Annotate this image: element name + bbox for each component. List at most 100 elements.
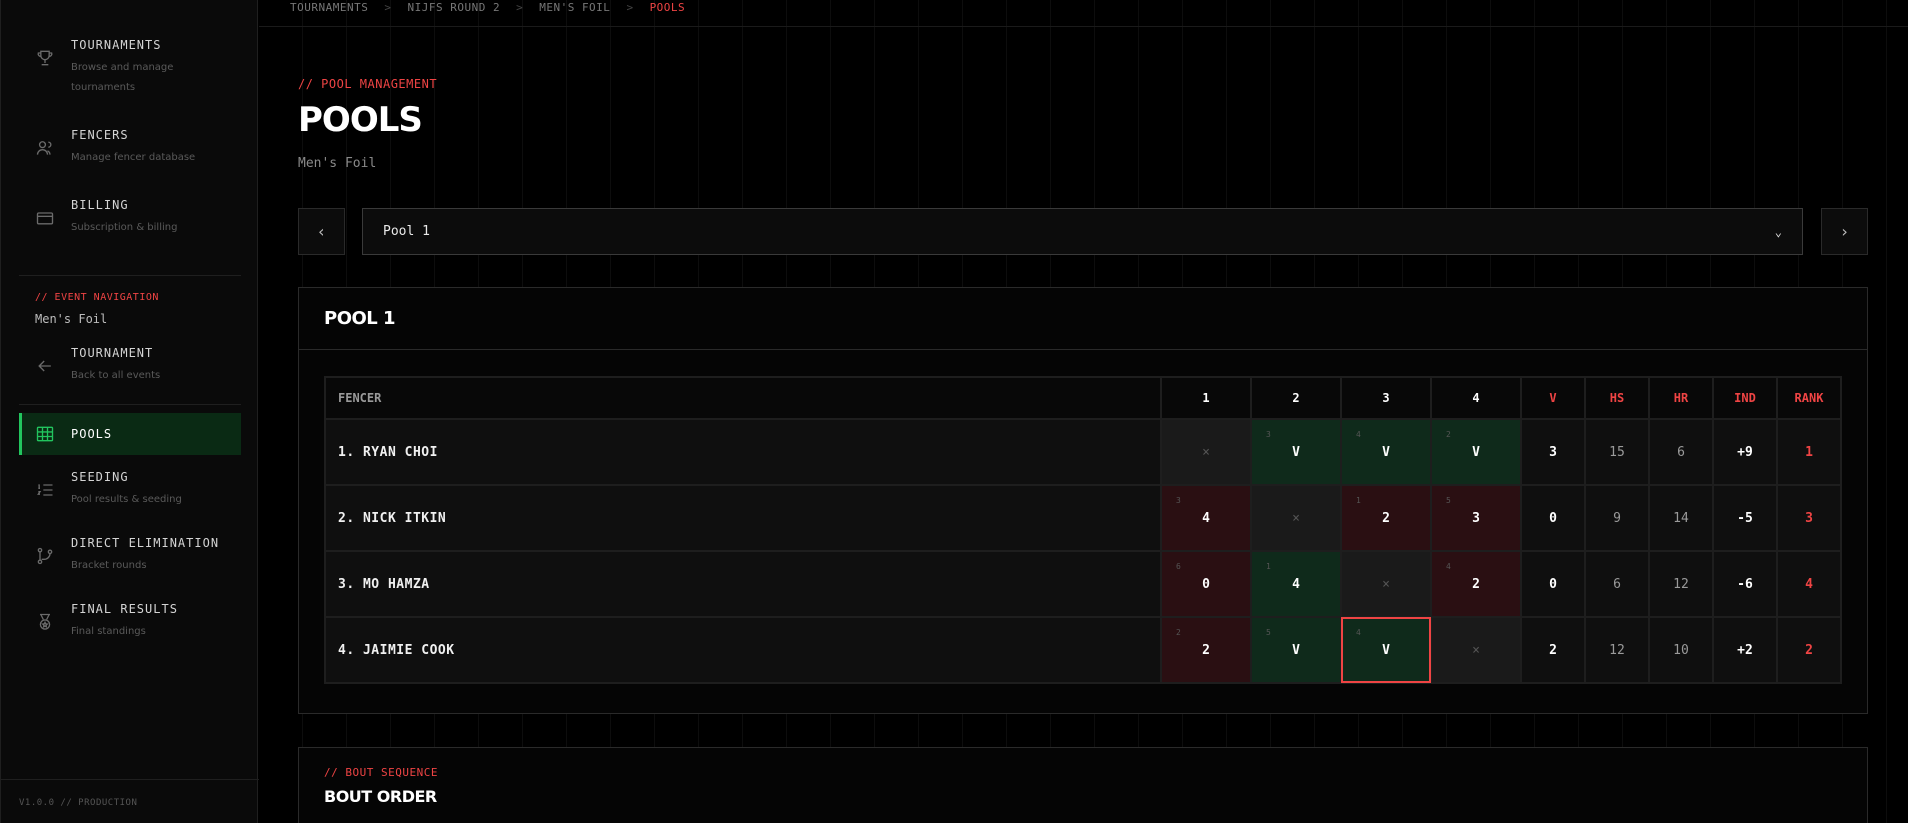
- bout-cell[interactable]: 34: [1160, 484, 1252, 552]
- sidebar-item-label: SEEDING: [71, 470, 129, 484]
- pool-table-body: 1. RYAN CHOI × 3 V 4 V 2 V 3 15 6 +9 1 2. NICK ITKIN 3…: [324, 418, 1842, 684]
- bout-cell-empty: ×: [1160, 418, 1252, 486]
- stat-hits-scored: 12: [1584, 616, 1650, 684]
- header-divider: [259, 26, 1908, 27]
- stat-victories: 3: [1520, 418, 1586, 486]
- table-row: 2. NICK ITKIN 3 4 × 1 2 5 3 0 9 14 -5 3: [324, 484, 1842, 552]
- pool-table-header: FENCER 1 2 3 4 V HS HR IND RANK: [324, 376, 1842, 420]
- pool-select[interactable]: Pool 1 ⌄: [362, 208, 1803, 255]
- bout-cell[interactable]: 12: [1340, 484, 1432, 552]
- sidebar-item-sub: Final standings: [71, 626, 146, 637]
- bout-cell[interactable]: 4V: [1340, 418, 1432, 486]
- sidebar-item-fencers[interactable]: FENCERS Manage fencer database: [19, 128, 241, 168]
- page-title: POOLS: [298, 100, 423, 140]
- col-bout: 1: [1160, 376, 1252, 420]
- bout-score: 0: [1202, 576, 1210, 592]
- bout-order-number: 3: [1266, 430, 1271, 439]
- stat-victories: 2: [1520, 616, 1586, 684]
- bout-order-number: 6: [1176, 562, 1181, 571]
- sidebar-item-billing[interactable]: BILLING Subscription & billing: [19, 198, 241, 238]
- pool-title: POOL 1: [299, 288, 1867, 350]
- app-root: TOURNAMENTS Browse and manage tournaments…: [0, 0, 1908, 823]
- version-label: V1.0.0 // PRODUCTION: [19, 798, 138, 808]
- sidebar-item-final-results[interactable]: FINAL RESULTS Final standings: [19, 602, 241, 642]
- medal-icon: [39, 613, 51, 630]
- bout-order-card: // BOUT SEQUENCE BOUT ORDER: [298, 747, 1868, 823]
- breadcrumb-tournaments[interactable]: TOURNAMENTS: [290, 1, 368, 14]
- stat-victories: 0: [1520, 550, 1586, 618]
- bout-order-number: 2: [1176, 628, 1181, 637]
- bout-order-number: 4: [1446, 562, 1451, 571]
- users-icon: [36, 141, 52, 155]
- bout-order-number: 3: [1176, 496, 1181, 505]
- trophy-icon: [37, 50, 53, 66]
- bout-cell[interactable]: 5V: [1250, 616, 1342, 684]
- sidebar-item-tournaments[interactable]: TOURNAMENTS Browse and manage tournaments: [19, 38, 241, 98]
- bout-cell[interactable]: 53: [1430, 484, 1522, 552]
- sidebar-divider: [19, 404, 241, 405]
- sidebar-item-label: BILLING: [71, 198, 129, 212]
- fencer-name: 4. JAIMIE COOK: [324, 616, 1162, 684]
- bout-cell[interactable]: 3V: [1250, 418, 1342, 486]
- stat-rank: 4: [1776, 550, 1842, 618]
- sidebar-item-label: POOLS: [71, 427, 113, 441]
- sidebar-item-label: FINAL RESULTS: [71, 602, 178, 616]
- bout-cell-empty: ×: [1250, 484, 1342, 552]
- bout-score: 2: [1202, 642, 1210, 658]
- col-victories: V: [1520, 376, 1586, 420]
- grid-icon: [36, 426, 54, 442]
- bout-order-number: 5: [1266, 628, 1271, 637]
- x-icon: ×: [1202, 444, 1210, 460]
- sidebar-item-sub: Browse and manage tournaments: [71, 62, 174, 93]
- sidebar-item-sub: Back to all events: [71, 370, 161, 381]
- chevron-right-icon: >: [626, 0, 634, 14]
- table-row: 4. JAIMIE COOK 2 2 5 V 4 V × 2 12 10 +2 2: [324, 616, 1842, 684]
- bout-order-number: 2: [1446, 430, 1451, 439]
- next-pool-button[interactable]: ›: [1821, 208, 1868, 255]
- col-fencer: FENCER: [324, 376, 1162, 420]
- sidebar-item-sub: Manage fencer database: [71, 152, 196, 163]
- sidebar-item-direct-elimination[interactable]: DIRECT ELIMINATION Bracket rounds: [19, 536, 241, 576]
- stat-rank: 2: [1776, 616, 1842, 684]
- breadcrumb-tournament[interactable]: NIJFS ROUND 2: [407, 1, 500, 14]
- bout-cell[interactable]: 2V: [1430, 418, 1522, 486]
- prev-pool-button[interactable]: ‹: [298, 208, 345, 255]
- sidebar-item-tournament-back[interactable]: TOURNAMENT Back to all events: [19, 346, 241, 386]
- bout-cell[interactable]: 60: [1160, 550, 1252, 618]
- sidebar-item-label: FENCERS: [71, 128, 129, 142]
- stat-indicator: -6: [1712, 550, 1778, 618]
- sidebar-item-sub: Bracket rounds: [71, 560, 147, 571]
- sidebar-item-label: TOURNAMENT: [71, 346, 154, 360]
- bout-order-number: 4: [1356, 628, 1361, 637]
- stat-rank: 1: [1776, 418, 1842, 486]
- stat-indicator: +2: [1712, 616, 1778, 684]
- stat-hits-scored: 6: [1584, 550, 1650, 618]
- breadcrumb-event[interactable]: MEN'S FOIL: [539, 1, 610, 14]
- bout-cell[interactable]: 4V: [1340, 616, 1432, 684]
- stat-victories: 0: [1520, 484, 1586, 552]
- bout-cell[interactable]: 22: [1160, 616, 1252, 684]
- bout-order-number: 1: [1356, 496, 1361, 505]
- stat-indicator: -5: [1712, 484, 1778, 552]
- section-tag: // POOL MANAGEMENT: [298, 77, 438, 91]
- bout-order-number: 5: [1446, 496, 1451, 505]
- bout-score: 4: [1292, 576, 1300, 592]
- list-ordered-icon: [37, 484, 53, 496]
- sidebar-divider: [1, 779, 259, 780]
- page-subtitle: Men's Foil: [298, 156, 377, 171]
- col-indicator: IND: [1712, 376, 1778, 420]
- pool-card: POOL 1 FENCER 1 2 3 4 V HS HR IND RANK 1…: [298, 287, 1868, 714]
- bout-score: V: [1292, 444, 1300, 460]
- stat-hits-received: 6: [1648, 418, 1714, 486]
- bout-cell[interactable]: 14: [1250, 550, 1342, 618]
- bout-score: 2: [1382, 510, 1390, 526]
- table-row: 3. MO HAMZA 6 0 1 4 × 4 2 0 6 12 -6 4: [324, 550, 1842, 618]
- bout-score: V: [1382, 642, 1390, 658]
- bout-cell-empty: ×: [1430, 616, 1522, 684]
- bout-cell[interactable]: 42: [1430, 550, 1522, 618]
- credit-card-icon: [36, 212, 54, 225]
- chevron-right-icon: >: [516, 0, 524, 14]
- chevron-right-icon: ›: [1839, 222, 1850, 241]
- sidebar-item-pools[interactable]: POOLS: [19, 413, 241, 455]
- sidebar-item-seeding[interactable]: SEEDING Pool results & seeding: [19, 470, 241, 510]
